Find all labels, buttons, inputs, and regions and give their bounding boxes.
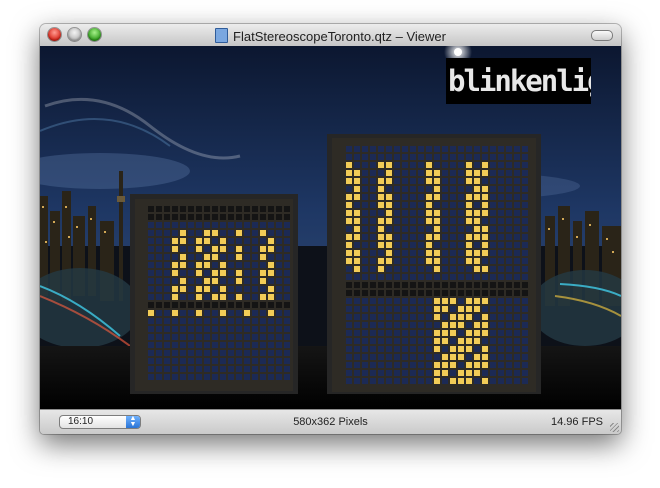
window-title: FlatStereoscopeToronto.qtz – Viewer bbox=[233, 29, 446, 44]
right-building bbox=[327, 134, 541, 394]
pixel-dimensions: 580x362 Pixels bbox=[293, 416, 368, 428]
blinkenlights-logo: blinkenligh bbox=[446, 58, 591, 104]
status-bar: 16:10 ▲ ▼ 580x362 Pixels 14.96 FPS bbox=[40, 409, 621, 434]
resize-grip-icon[interactable] bbox=[610, 423, 619, 432]
toolbar-toggle-button[interactable] bbox=[591, 30, 613, 41]
fps-counter: 14.96 FPS bbox=[551, 416, 603, 428]
composition-viewer[interactable]: blinkenligh bbox=[40, 46, 621, 410]
title-bar[interactable]: FlatStereoscopeToronto.qtz – Viewer bbox=[40, 24, 621, 47]
document-icon[interactable] bbox=[215, 28, 229, 43]
window-title-wrap: FlatStereoscopeToronto.qtz – Viewer bbox=[40, 28, 621, 44]
viewer-window: FlatStereoscopeToronto.qtz – Viewer blin… bbox=[40, 24, 621, 434]
left-building bbox=[130, 194, 298, 394]
